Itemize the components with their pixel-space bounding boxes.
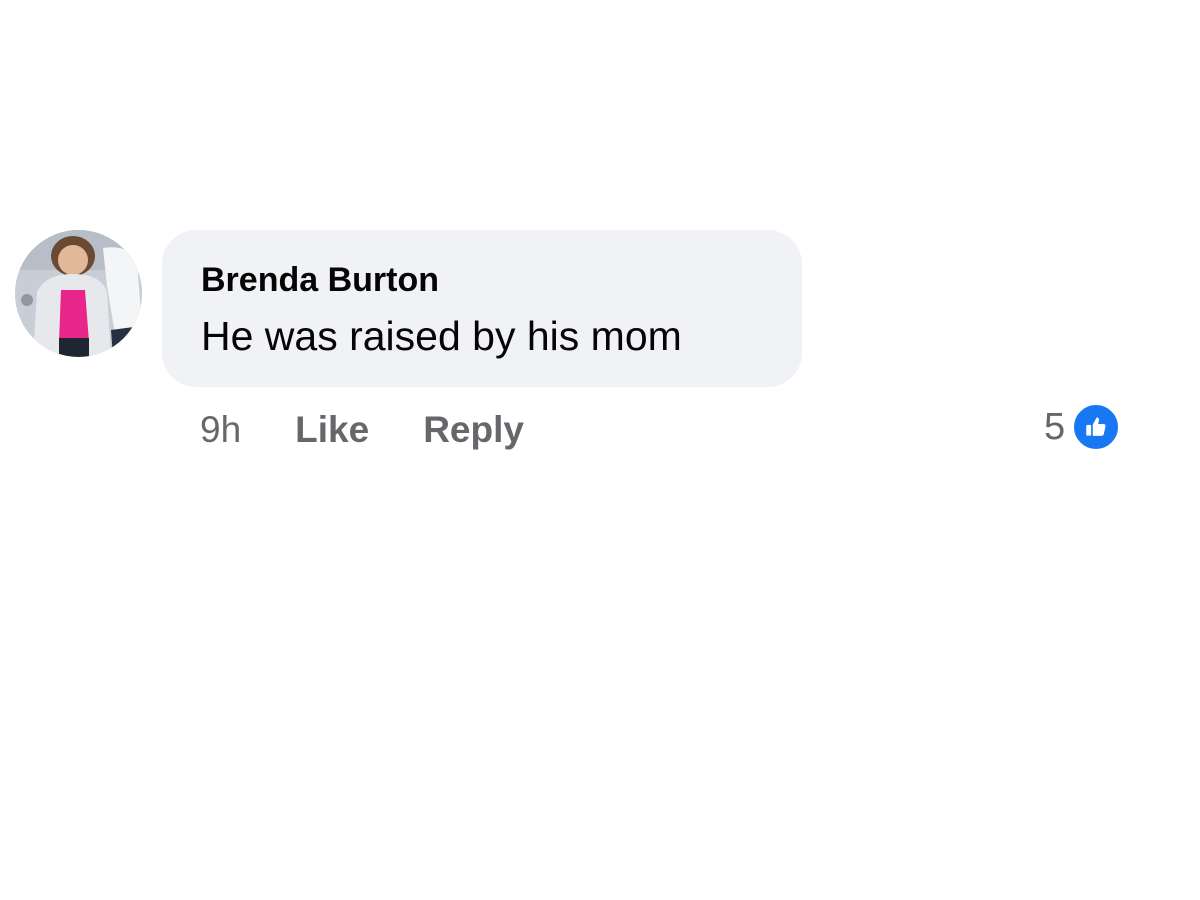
reaction-count: 5 — [1044, 405, 1066, 448]
comment-text: He was raised by his mom — [201, 313, 682, 359]
avatar[interactable] — [15, 230, 142, 357]
comment-timestamp[interactable]: 9h — [200, 409, 241, 451]
comment-author-name[interactable]: Brenda Burton — [201, 260, 802, 300]
comment-bubble: Brenda Burton He was raised by his mom — [162, 230, 802, 387]
reaction-summary[interactable]: 5 — [1044, 402, 1121, 452]
like-thumbs-up-icon — [1072, 403, 1121, 451]
comment-actions: 9h Like Reply — [200, 408, 524, 452]
reply-button[interactable]: Reply — [423, 409, 524, 451]
like-button[interactable]: Like — [295, 409, 369, 451]
comment-thread: Brenda Burton He was raised by his mom 9… — [0, 0, 1200, 900]
